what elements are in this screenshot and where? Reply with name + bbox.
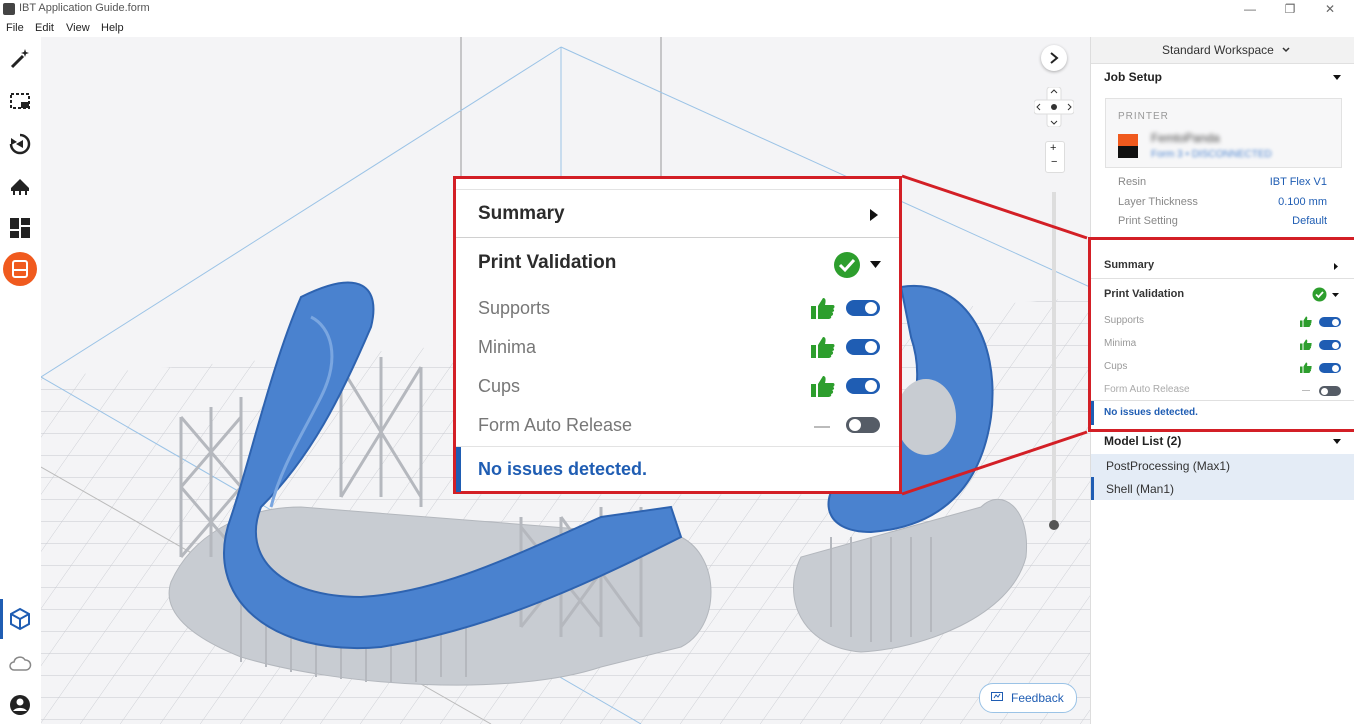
- list-item[interactable]: PostProcessing (Max1): [1106, 459, 1230, 473]
- workspace-label: Standard Workspace: [1162, 43, 1274, 57]
- status-accent-bar: [1091, 401, 1094, 425]
- dash-icon: [1302, 390, 1310, 391]
- validation-section: Summary Print Validation Supports Minima…: [1088, 237, 1354, 432]
- caret-right-icon[interactable]: [1334, 263, 1338, 270]
- printer-heading: PRINTER: [1118, 111, 1169, 122]
- supports-toggle[interactable]: [846, 300, 880, 316]
- thumbs-up-icon: [811, 376, 835, 397]
- printer-icon: [1118, 134, 1138, 158]
- printer-card[interactable]: PRINTER FemtoPanda Form 3 • DISCONNECTED: [1105, 98, 1342, 168]
- printer-name: FemtoPanda: [1151, 131, 1220, 145]
- no-issues-message: No issues detected.: [478, 459, 648, 479]
- thumbs-up-icon: [1300, 339, 1312, 350]
- setting-label: Resin: [1118, 176, 1147, 188]
- print-settings: Resin IBT Flex V1 Layer Thickness 0.100 …: [1105, 174, 1340, 234]
- supports-toggle[interactable]: [1319, 317, 1341, 327]
- setting-value[interactable]: Default: [1292, 215, 1327, 227]
- minima-toggle[interactable]: [1319, 340, 1341, 350]
- selection-indicator: [1091, 477, 1094, 500]
- check-label: Form Auto Release: [478, 415, 633, 435]
- check-label: Form Auto Release: [1104, 384, 1190, 395]
- caret-down-icon[interactable]: [1333, 75, 1341, 80]
- no-issues-message: No issues detected.: [1104, 407, 1198, 418]
- form-auto-release-toggle[interactable]: [846, 417, 880, 433]
- validation-label[interactable]: Print Validation: [1104, 288, 1184, 300]
- cups-toggle[interactable]: [1319, 363, 1341, 373]
- check-label: Minima: [478, 337, 537, 357]
- thumbs-up-icon: [1300, 316, 1312, 327]
- divider: [456, 189, 899, 190]
- thumbs-up-icon: [811, 298, 835, 319]
- chevron-down-icon: [1282, 47, 1290, 53]
- divider: [1091, 278, 1354, 279]
- model-list-title[interactable]: Model List (2): [1104, 434, 1181, 448]
- setting-value[interactable]: 0.100 mm: [1278, 196, 1327, 208]
- dash-icon: [814, 426, 830, 428]
- caret-down-icon[interactable]: [1333, 439, 1341, 444]
- divider: [456, 446, 899, 447]
- caret-right-icon[interactable]: [870, 209, 878, 221]
- model-list: PostProcessing (Max1) Shell (Man1): [1091, 454, 1354, 500]
- cups-toggle[interactable]: [846, 378, 880, 394]
- caret-down-icon[interactable]: [1332, 293, 1339, 297]
- check-label: Minima: [1104, 338, 1137, 349]
- check-circle-icon: [834, 252, 860, 278]
- summary-label[interactable]: Summary: [1104, 259, 1154, 271]
- check-label: Supports: [478, 298, 551, 318]
- caret-down-icon[interactable]: [870, 261, 881, 268]
- setting-label: Layer Thickness: [1118, 196, 1198, 208]
- minima-toggle[interactable]: [846, 339, 880, 355]
- callout-summary-label[interactable]: Summary: [478, 203, 565, 225]
- callout-validation-label[interactable]: Print Validation: [478, 252, 616, 274]
- divider: [1091, 400, 1354, 401]
- thumbs-up-icon: [1300, 362, 1312, 373]
- thumbs-up-icon: [811, 337, 835, 358]
- validation-callout: Summary Print Validation Supports Minima…: [453, 176, 902, 494]
- check-label: Cups: [478, 376, 521, 396]
- check-circle-icon: [1312, 287, 1327, 302]
- job-setup-title[interactable]: Job Setup: [1104, 70, 1162, 84]
- right-panel: Standard Workspace Job Setup PRINTER Fem…: [1088, 37, 1354, 724]
- setting-value[interactable]: IBT Flex V1: [1270, 176, 1327, 188]
- printer-status: Form 3 • DISCONNECTED: [1151, 149, 1272, 160]
- check-label: Supports: [1104, 315, 1145, 326]
- divider: [456, 237, 899, 238]
- status-accent-bar: [456, 447, 461, 492]
- list-item[interactable]: Shell (Man1): [1106, 482, 1174, 496]
- check-label: Cups: [1104, 361, 1128, 372]
- form-auto-release-toggle[interactable]: [1319, 386, 1341, 396]
- setting-label: Print Setting: [1118, 215, 1178, 227]
- workspace-selector[interactable]: Standard Workspace: [1091, 37, 1354, 64]
